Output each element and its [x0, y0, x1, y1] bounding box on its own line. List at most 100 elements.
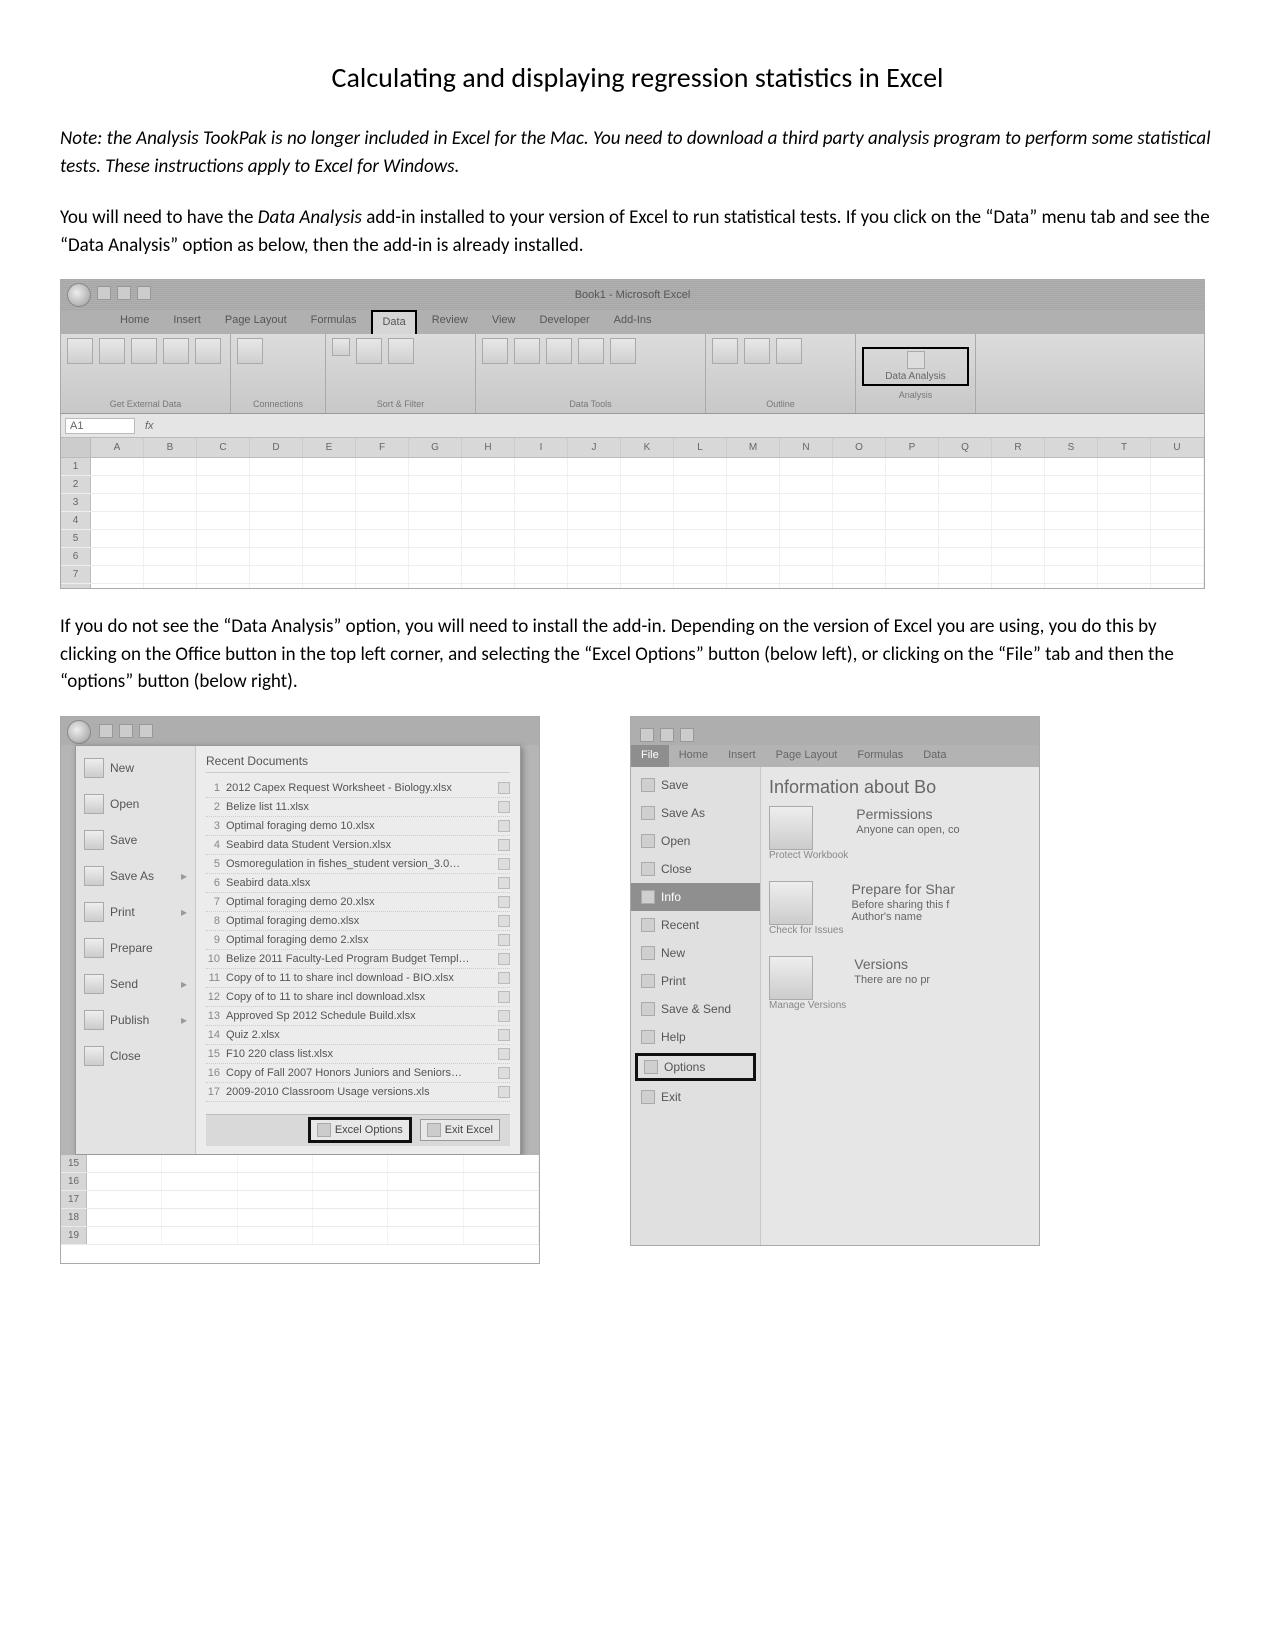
backstage-item-close: Close — [631, 855, 760, 883]
menu-item-icon — [641, 946, 655, 960]
data-analysis-button: Data Analysis — [862, 347, 969, 386]
worksheet-below: 1516171819 — [61, 1155, 539, 1263]
row-header: 7 — [61, 566, 91, 583]
pin-icon — [498, 782, 510, 794]
recent-documents-header: Recent Documents — [206, 754, 510, 773]
recent-document: 2Belize list 11.xlsx — [206, 798, 510, 817]
col-header: J — [568, 438, 621, 457]
menu-item-icon — [641, 1030, 655, 1044]
backstage-item-save-send: Save & Send — [631, 995, 760, 1023]
menu-item-icon — [641, 806, 655, 820]
pin-icon — [498, 820, 510, 832]
group-sort-filter: Sort & Filter — [326, 334, 476, 413]
tab-view: View — [483, 310, 525, 334]
recent-documents-panel: Recent Documents 12012 Capex Request Wor… — [196, 746, 520, 1154]
tab-addins: Add-Ins — [605, 310, 661, 334]
excel-options-button: Excel Options — [308, 1117, 412, 1143]
office-menu-item: Save As▸ — [76, 860, 195, 892]
col-header: Q — [939, 438, 992, 457]
col-header: C — [197, 438, 250, 457]
menu-item-icon — [84, 902, 104, 922]
pin-icon — [498, 972, 510, 984]
menu-item-icon — [641, 834, 655, 848]
tab-page-layout: Page Layout — [766, 745, 848, 767]
office-menu-item: Send▸ — [76, 968, 195, 1000]
note-paragraph: Note: the Analysis TookPak is no longer … — [60, 125, 1215, 180]
recent-document: 8Optimal foraging demo.xlsx — [206, 912, 510, 931]
tab-home: Home — [111, 310, 158, 334]
menu-item-icon — [84, 938, 104, 958]
intro-paragraph: You will need to have the Data Analysis … — [60, 204, 1215, 259]
menu-item-icon — [84, 830, 104, 850]
worksheet: ABCDEFGHIJKLMNOPQRSTU 12345678 — [61, 438, 1204, 589]
col-header: H — [462, 438, 515, 457]
name-box: A1 — [65, 418, 135, 434]
menu-item-icon — [641, 862, 655, 876]
col-header: U — [1151, 438, 1204, 457]
row-header: 1 — [61, 458, 91, 475]
office-menu-item: Prepare — [76, 932, 195, 964]
tab-developer: Developer — [530, 310, 598, 334]
menu-item-icon — [84, 866, 104, 886]
menu-item-icon — [641, 1090, 655, 1104]
sheet-row: 4 — [61, 512, 1204, 530]
office-menu-footer: Excel Options Exit Excel — [206, 1114, 510, 1146]
recent-document: 3Optimal foraging demo 10.xlsx — [206, 817, 510, 836]
options-icon — [317, 1123, 331, 1137]
tab-page-layout: Page Layout — [216, 310, 296, 334]
prepare-share-section: Check for Issues Prepare for Shar Before… — [769, 881, 1031, 936]
col-header: A — [91, 438, 144, 457]
backstage-item-print: Print — [631, 967, 760, 995]
sheet-row: 7 — [61, 566, 1204, 584]
col-header: I — [515, 438, 568, 457]
recent-document: 9Optimal foraging demo 2.xlsx — [206, 931, 510, 950]
sheet-row: 1 — [61, 458, 1204, 476]
sheet-row: 3 — [61, 494, 1204, 512]
check-issues-icon — [769, 881, 813, 925]
row-header: 5 — [61, 530, 91, 547]
page-title: Calculating and displaying regression st… — [60, 60, 1215, 95]
excel-titlebar: Book1 - Microsoft Excel — [61, 280, 1204, 310]
exit-excel-button: Exit Excel — [420, 1119, 500, 1141]
recent-document: 12012 Capex Request Worksheet - Biology.… — [206, 779, 510, 798]
menu-item-icon — [641, 890, 655, 904]
office-menu-commands: NewOpenSaveSave As▸Print▸PrepareSend▸Pub… — [76, 746, 196, 1154]
pin-icon — [498, 1086, 510, 1098]
backstage-item-save: Save — [631, 771, 760, 799]
menu-item-icon — [641, 1002, 655, 1016]
pin-icon — [498, 1029, 510, 1041]
group-connections: Connections — [231, 334, 326, 413]
menu-item-icon — [644, 1060, 658, 1074]
menu-item-icon — [84, 1046, 104, 1066]
recent-document: 4Seabird data Student Version.xlsx — [206, 836, 510, 855]
col-header: T — [1098, 438, 1151, 457]
office-menu-item: Publish▸ — [76, 1004, 195, 1036]
recent-document: 10Belize 2011 Faculty-Led Program Budget… — [206, 950, 510, 969]
backstage-item-options: Options — [635, 1053, 756, 1081]
col-header: M — [727, 438, 780, 457]
sheet-row: 8 — [61, 584, 1204, 589]
office-menu-item: New — [76, 752, 195, 784]
col-header: D — [250, 438, 303, 457]
pin-icon — [498, 858, 510, 870]
recent-document: 15F10 220 class list.xlsx — [206, 1045, 510, 1064]
sheet-row: 5 — [61, 530, 1204, 548]
office-menu-item: Close — [76, 1040, 195, 1072]
col-header: G — [409, 438, 462, 457]
tab-data: Data — [913, 745, 956, 767]
menu-item-icon — [84, 758, 104, 778]
pin-icon — [498, 839, 510, 851]
recent-document: 14Quiz 2.xlsx — [206, 1026, 510, 1045]
backstage-main: Information about Bo Protect Workbook Pe… — [761, 767, 1039, 1245]
row-header: 8 — [61, 584, 91, 589]
office-button-icon — [67, 283, 91, 307]
tab-formulas: Formulas — [302, 310, 366, 334]
office-button-icon — [67, 720, 91, 744]
fx-icon: fx — [139, 420, 160, 432]
pin-icon — [498, 934, 510, 946]
menu-item-icon — [84, 794, 104, 814]
office-menu-item: Print▸ — [76, 896, 195, 928]
col-header: S — [1045, 438, 1098, 457]
col-header: K — [621, 438, 674, 457]
group-analysis: Data Analysis Analysis — [856, 334, 976, 413]
